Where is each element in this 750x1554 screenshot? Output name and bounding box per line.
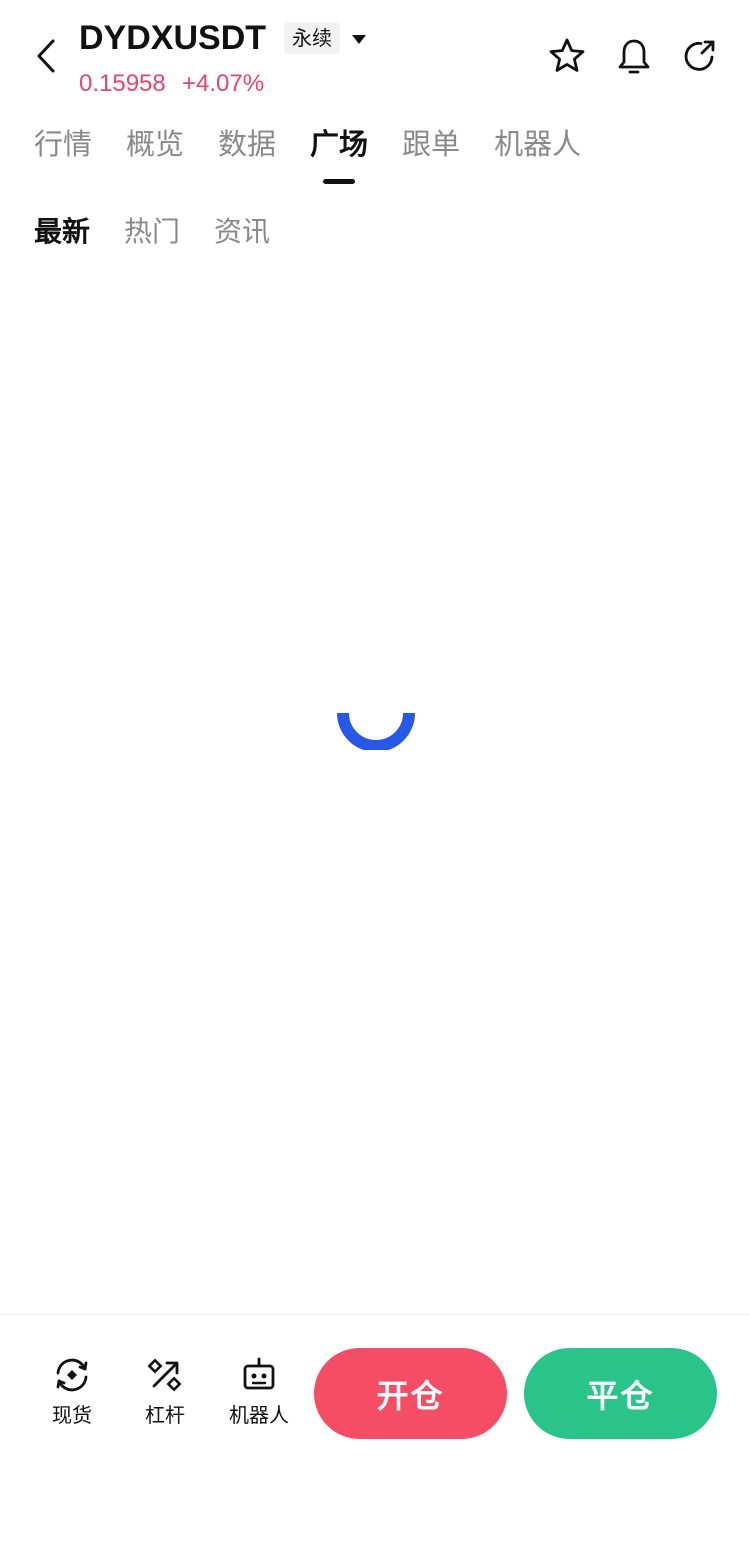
refresh-share-icon	[684, 40, 715, 71]
spot-label: 现货	[52, 1403, 92, 1427]
price-change: +4.07%	[182, 70, 265, 97]
tab-market[interactable]: 行情	[34, 120, 92, 190]
tab-overview[interactable]: 概览	[126, 120, 184, 190]
back-button[interactable]	[24, 34, 68, 78]
contract-type-badge[interactable]: 永续	[284, 22, 340, 54]
subtab-news[interactable]: 资讯	[214, 208, 270, 256]
tab-bots[interactable]: 机器人	[494, 120, 581, 190]
bell-icon	[618, 39, 650, 74]
subtab-hot[interactable]: 热门	[124, 208, 180, 256]
share-button[interactable]	[680, 36, 720, 76]
loading-spinner	[336, 680, 416, 752]
margin-shortcut[interactable]: 杠杆	[125, 1355, 205, 1429]
margin-label: 杠杆	[145, 1403, 185, 1427]
tab-data[interactable]: 数据	[218, 120, 276, 190]
tab-square[interactable]: 广场	[310, 120, 368, 190]
favorite-button[interactable]	[547, 36, 587, 76]
star-icon	[549, 38, 585, 72]
bottom-action-bar: 现货 杠杆 机器人 开仓 平仓	[0, 1314, 750, 1554]
robot-icon	[239, 1355, 279, 1395]
chevron-left-icon	[37, 39, 55, 73]
spot-exchange-icon	[52, 1355, 92, 1395]
symbol-dropdown-button[interactable]	[346, 26, 372, 52]
loading-spinner-icon	[337, 712, 415, 752]
main-tab-bar: 行情 概览 数据 广场 跟单 机器人	[34, 120, 615, 190]
price-alert-button[interactable]	[614, 36, 654, 76]
last-price: 0.15958	[79, 70, 166, 97]
tab-square-label: 广场	[310, 127, 369, 161]
tab-copy-trading[interactable]: 跟单	[402, 120, 460, 190]
bot-label: 机器人	[229, 1403, 289, 1427]
close-position-button[interactable]: 平仓	[524, 1348, 717, 1439]
bot-shortcut[interactable]: 机器人	[219, 1355, 299, 1429]
sub-tab-bar: 最新 热门 资讯	[34, 208, 304, 256]
active-tab-indicator	[323, 179, 356, 184]
subtab-latest[interactable]: 最新	[34, 208, 90, 256]
open-position-button[interactable]: 开仓	[314, 1348, 507, 1439]
symbol-title[interactable]: DYDXUSDT	[79, 16, 266, 60]
caret-down-icon	[352, 35, 366, 44]
margin-percent-icon	[145, 1355, 185, 1395]
spot-shortcut[interactable]: 现货	[32, 1355, 112, 1429]
